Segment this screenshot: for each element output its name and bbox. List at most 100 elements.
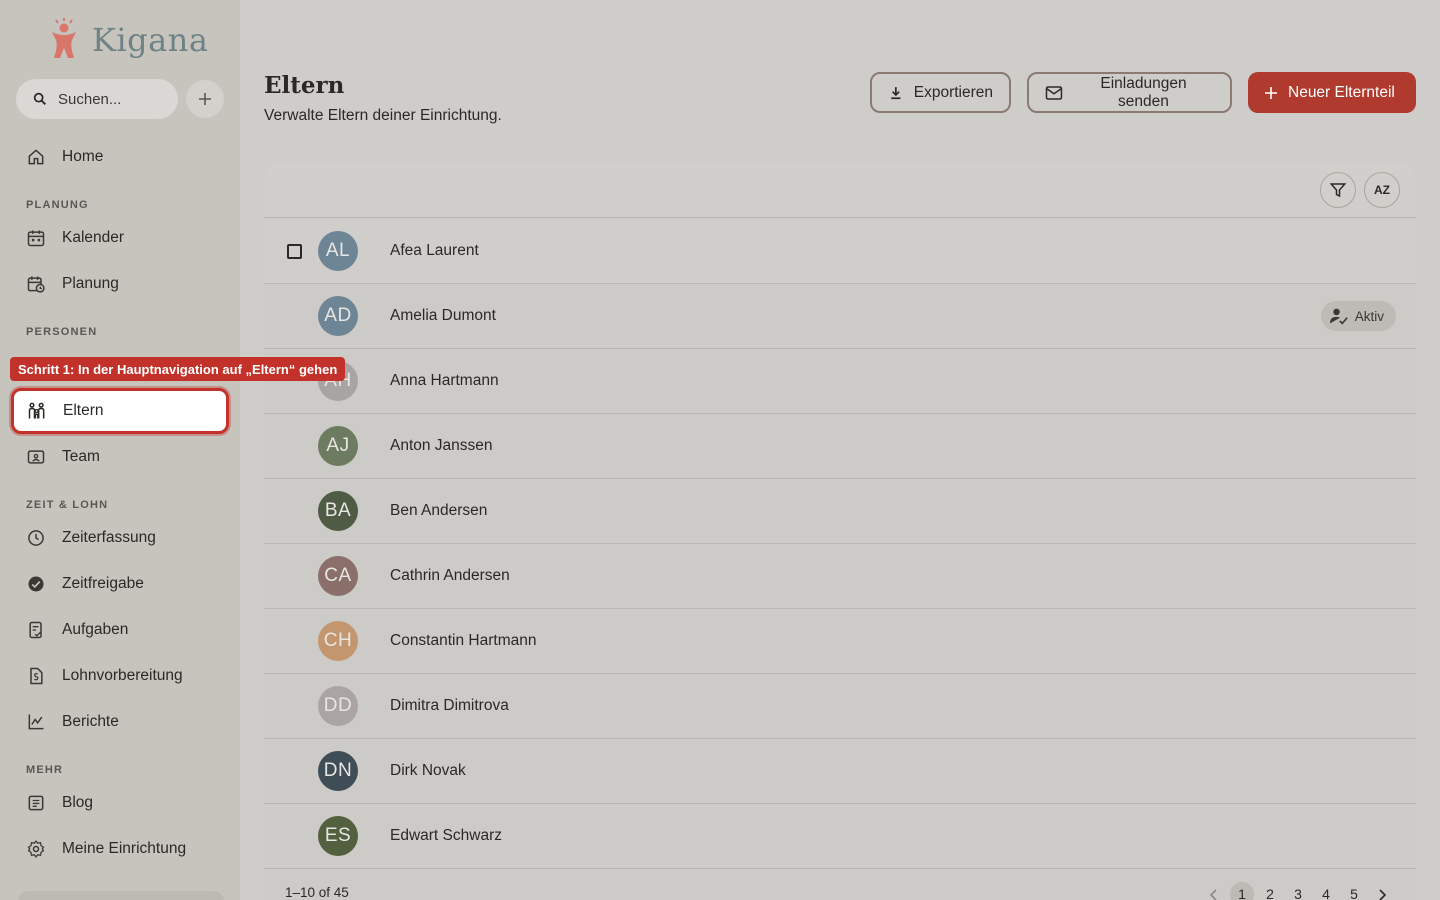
sidebar-item-label: Lohnvorbereitung <box>62 667 183 684</box>
sort-az-icon: AZ <box>1374 183 1390 197</box>
row-checkbox[interactable] <box>287 243 302 259</box>
gear-icon <box>27 840 45 858</box>
table-row[interactable]: AJ Anton Janssen <box>264 414 1416 479</box>
home-icon <box>28 149 44 165</box>
avatar: DD <box>318 686 358 726</box>
page-button-4[interactable]: 4 <box>1314 882 1338 900</box>
page-button-2[interactable]: 2 <box>1258 882 1282 900</box>
avatar: BA <box>318 491 358 531</box>
table-row[interactable]: CA Cathrin Andersen <box>264 544 1416 609</box>
nav-section-mehr: MEHR <box>26 764 64 776</box>
sidebar-item-label: Meine Einrichtung <box>62 840 187 857</box>
export-label: Exportieren <box>913 83 993 101</box>
new-parent-label: Neuer Elternteil <box>1288 83 1395 101</box>
parent-name: Dimitra Dimitrova <box>390 697 509 714</box>
nav-section-zeit: ZEIT & LOHN <box>26 499 109 511</box>
parent-name: Edwart Schwarz <box>390 827 502 844</box>
article-icon <box>28 795 44 811</box>
invite-label: Einladungen senden <box>1100 74 1187 110</box>
download-icon <box>891 86 901 99</box>
page-button-5[interactable]: 5 <box>1342 882 1366 900</box>
export-button[interactable]: Exportieren <box>870 72 1011 113</box>
filter-button[interactable] <box>1320 172 1356 208</box>
step-tooltip: Schritt 1: In der Hauptnavigation auf „E… <box>10 357 346 381</box>
prev-page-icon[interactable] <box>1208 889 1220 900</box>
avatar: AJ <box>318 426 358 466</box>
sidebar-item-lohnvorbereitung[interactable]: Lohnvorbereitung <box>14 656 226 696</box>
sidebar-item-label: Zeiterfassung <box>62 529 156 546</box>
sidebar-item-zeiterfassung[interactable]: Zeiterfassung <box>14 518 226 558</box>
sort-az-button[interactable]: AZ <box>1364 172 1400 208</box>
nav-section-personen: PERSONEN <box>26 326 98 338</box>
app-logo[interactable]: Kigana <box>46 18 208 62</box>
app-name: Kigana <box>92 21 209 59</box>
search-input[interactable] <box>58 90 168 108</box>
sidebar-item-einrichtung[interactable]: Meine Einrichtung <box>14 829 226 869</box>
sidebar-item-planung[interactable]: Planung <box>14 264 226 304</box>
money-document-icon <box>30 667 43 685</box>
send-invitations-button[interactable]: Einladungen senden <box>1027 72 1232 113</box>
plus-icon <box>199 93 211 105</box>
family-icon <box>28 402 45 419</box>
sidebar-item-label: Blog <box>62 794 94 811</box>
mail-icon <box>1045 85 1063 100</box>
table-row[interactable]: DD Dimitra Dimitrova <box>264 674 1416 739</box>
table-row[interactable]: AL Afea Laurent <box>264 219 1416 284</box>
page-title: Eltern <box>264 72 345 99</box>
sidebar-item-label: Home <box>62 148 104 165</box>
user-check-icon <box>1329 308 1348 325</box>
sidebar-item-aufgaben[interactable]: Aufgaben <box>14 610 226 650</box>
plus-icon <box>1265 86 1277 99</box>
chart-line-icon <box>28 714 44 730</box>
parents-list-card: AZ AL Afea Laurent AD Amelia Dumont Aktiv AHA… <box>264 162 1416 900</box>
sidebar-item-berichte[interactable]: Berichte <box>14 702 226 742</box>
sidebar-item-eltern[interactable]: Eltern <box>11 388 229 434</box>
table-row[interactable]: AD Amelia Dumont Aktiv <box>264 284 1416 349</box>
parent-name: Afea Laurent <box>390 242 479 259</box>
table-row[interactable]: CH Constantin Hartmann <box>264 609 1416 674</box>
status-badge-label: Aktiv <box>1354 308 1384 324</box>
calendar-icon <box>27 230 45 247</box>
list-toolbar: AZ <box>264 162 1416 218</box>
calendar-clock-icon <box>27 276 45 293</box>
sidebar-item-label: Kalender <box>62 229 125 246</box>
sidebar-item-label: Zeitfreigabe <box>62 575 144 592</box>
parent-name: Ben Andersen <box>390 502 488 519</box>
sidebar-item-kalender[interactable]: Kalender <box>14 218 226 258</box>
nav-section-planung: PLANUNG <box>26 199 89 211</box>
filter-icon <box>1329 183 1347 198</box>
avatar: DN <box>318 751 358 791</box>
table-row[interactable]: DN Dirk Novak <box>264 739 1416 804</box>
avatar: AD <box>318 296 358 336</box>
page-button-1[interactable]: 1 <box>1230 882 1254 900</box>
check-circle-icon <box>28 576 44 592</box>
search-icon <box>33 92 46 105</box>
pagination-range: 1–10 of 45 <box>285 885 349 900</box>
parent-name: Anton Janssen <box>390 437 493 454</box>
parent-name: Amelia Dumont <box>390 307 496 324</box>
sidebar-user-panel[interactable] <box>18 891 224 900</box>
table-row[interactable]: BA Ben Andersen <box>264 479 1416 544</box>
next-page-icon[interactable] <box>1376 889 1388 900</box>
avatar: ES <box>318 816 358 856</box>
sidebar-item-team[interactable]: Team <box>14 437 226 477</box>
page-button-3[interactable]: 3 <box>1286 882 1310 900</box>
add-button[interactable] <box>186 80 224 118</box>
sidebar-item-label: Aufgaben <box>62 621 129 638</box>
id-card-icon <box>27 450 45 464</box>
sidebar-item-blog[interactable]: Blog <box>14 783 226 823</box>
page-subtitle: Verwalte Eltern deiner Einrichtung. <box>264 107 502 124</box>
sidebar-item-label: Eltern <box>63 402 104 419</box>
sidebar-item-label: Planung <box>62 275 119 292</box>
parent-name: Cathrin Andersen <box>390 567 510 584</box>
avatar: CH <box>318 621 358 661</box>
table-row[interactable]: ES Edwart Schwarz <box>264 804 1416 869</box>
avatar: CA <box>318 556 358 596</box>
sidebar-item-home[interactable]: Home <box>14 137 226 177</box>
parent-name: Constantin Hartmann <box>390 632 537 649</box>
table-row[interactable]: AHAnna Hartmann <box>264 349 1416 414</box>
new-parent-button[interactable]: Neuer Elternteil <box>1248 72 1416 113</box>
search-box[interactable] <box>16 79 178 119</box>
clock-icon <box>28 530 44 546</box>
sidebar-item-zeitfreigabe[interactable]: Zeitfreigabe <box>14 564 226 604</box>
